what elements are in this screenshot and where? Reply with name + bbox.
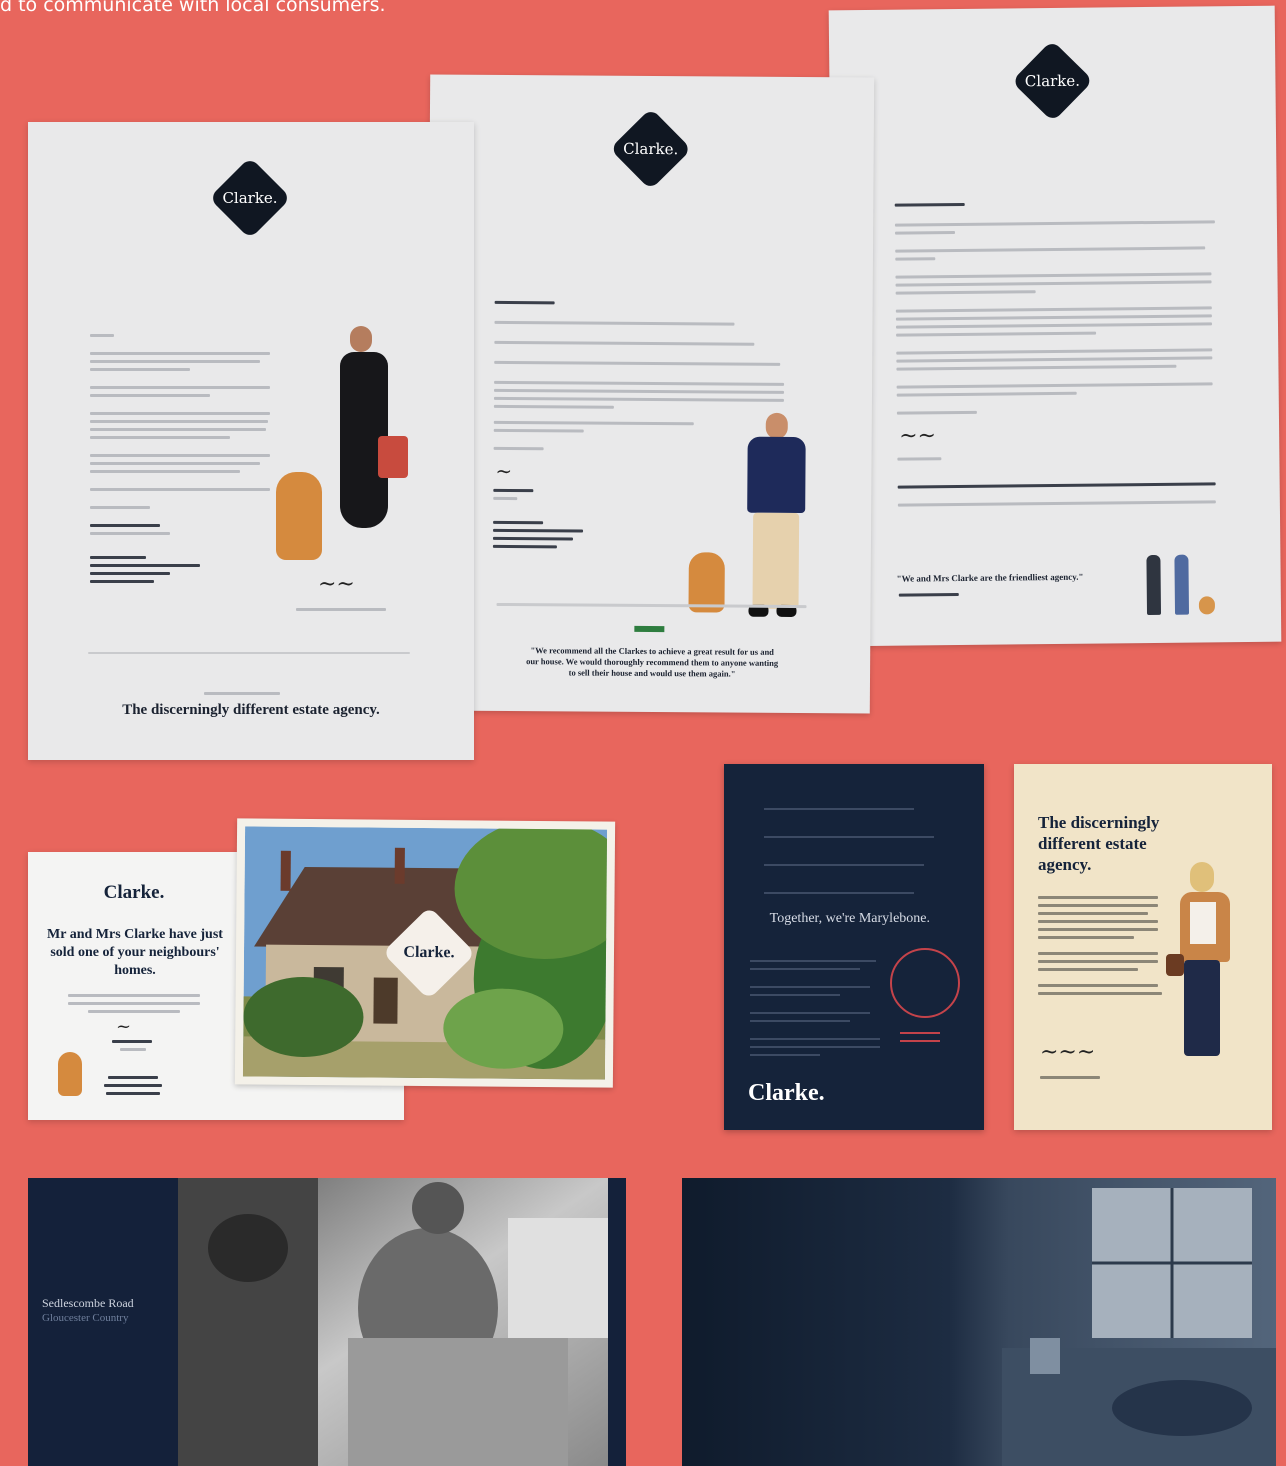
brochure-title-line2: Gloucester Country: [42, 1312, 129, 1324]
photo-logo: Clarke.: [403, 943, 455, 962]
signature-icon: ~: [116, 1016, 132, 1037]
letter-1: Clarke. ~~ The discerningly different es…: [28, 122, 474, 760]
letter-3: Clarke. ~~ "We and Mrs Clarke are the fr…: [828, 5, 1282, 647]
interior-photo: [178, 1178, 608, 1466]
seal-circle: [890, 948, 960, 1018]
testimonial-quote: "We recommend all the Clarkes to achieve…: [526, 645, 779, 679]
brochure-left: Sedlescombe Road Gloucester Country: [28, 1178, 626, 1466]
testimonial-quote: "We and Mrs Clarke are the friendliest a…: [896, 571, 1084, 584]
postcard-logo: Clarke.: [103, 882, 165, 903]
brochure-title-line1: Sedlescombe Road: [42, 1296, 134, 1310]
logo-text: Clarke.: [1024, 71, 1081, 91]
signature-icon: ~~: [318, 572, 355, 597]
signature-icon: ~~: [899, 423, 937, 449]
brochure-right: [682, 1178, 1276, 1466]
cream-ad-headline: The discerningly different estate agency…: [1038, 813, 1160, 874]
dark-ad: Together, we're Marylebone. Clarke.: [724, 764, 984, 1130]
letter-2: Clarke. ~ "We recommend all the Clarkes …: [425, 74, 875, 714]
logo-text: Clarke.: [623, 139, 679, 159]
caption-text: d to communicate with local consumers.: [0, 0, 386, 16]
dark-ad-logo: Clarke.: [748, 1080, 825, 1106]
logo-text: Clarke.: [222, 189, 278, 207]
signature-icon: ~: [495, 458, 513, 484]
interior-photo: [682, 1178, 1276, 1466]
dog-icon: [276, 472, 322, 560]
person-icon: [1146, 554, 1162, 616]
tagline: The discerningly different estate agency…: [122, 702, 380, 718]
postcard-photo: Clarke.: [234, 818, 616, 1088]
dark-ad-headline: Together, we're Marylebone.: [769, 911, 930, 926]
cream-ad: The discerningly different estate agency…: [1014, 764, 1272, 1130]
signature-icon: ~~~: [1040, 1040, 1096, 1065]
person-icon: [1174, 554, 1190, 615]
dog-icon: [58, 1052, 82, 1096]
dog-icon: [1198, 596, 1216, 615]
postcard-headline: Mr and Mrs Clarke have just sold one of …: [47, 927, 223, 978]
